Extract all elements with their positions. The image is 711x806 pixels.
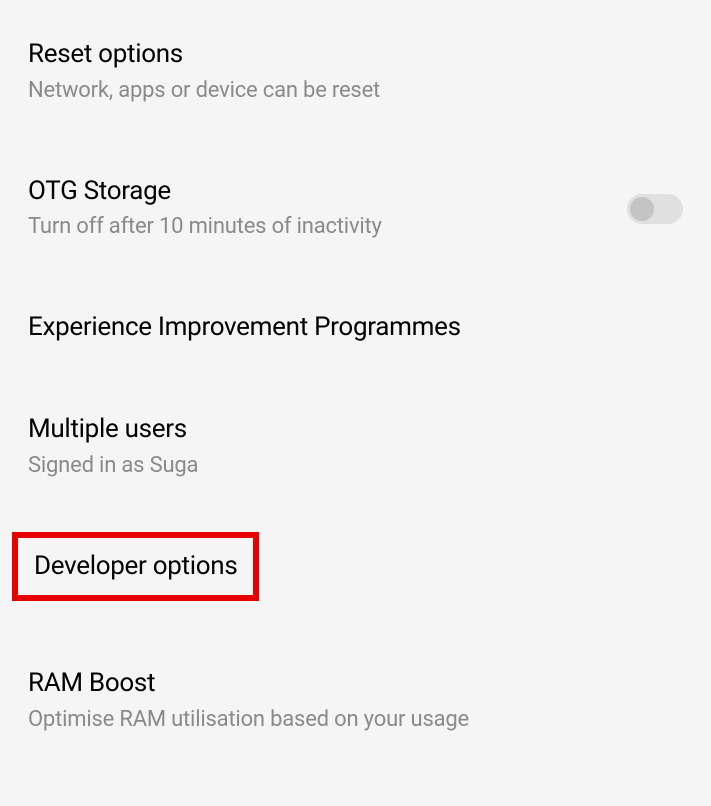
settings-item-multiple-users[interactable]: Multiple users Signed in as Suga xyxy=(0,395,711,500)
settings-item-otg-storage[interactable]: OTG Storage Turn off after 10 minutes of… xyxy=(0,157,711,262)
otg-storage-subtitle: Turn off after 10 minutes of inactivity xyxy=(28,212,627,243)
ram-boost-subtitle: Optimise RAM utilisation based on your u… xyxy=(28,705,683,736)
settings-item-content: RAM Boost Optimise RAM utilisation based… xyxy=(28,667,683,736)
settings-list: Reset options Network, apps or device ca… xyxy=(0,0,711,806)
reset-options-title: Reset options xyxy=(28,38,683,72)
reset-options-subtitle: Network, apps or device can be reset xyxy=(28,76,683,107)
developer-options-title: Developer options xyxy=(34,550,237,584)
multiple-users-subtitle: Signed in as Suga xyxy=(28,451,683,482)
multiple-users-title: Multiple users xyxy=(28,413,683,447)
settings-item-reset-options[interactable]: Reset options Network, apps or device ca… xyxy=(0,20,711,125)
experience-improvement-title: Experience Improvement Programmes xyxy=(28,311,683,345)
otg-storage-title: OTG Storage xyxy=(28,175,627,209)
settings-item-content: Experience Improvement Programmes xyxy=(28,311,683,345)
otg-storage-toggle[interactable] xyxy=(627,194,683,224)
settings-item-experience-improvement[interactable]: Experience Improvement Programmes xyxy=(0,293,711,363)
settings-item-ram-boost[interactable]: RAM Boost Optimise RAM utilisation based… xyxy=(0,649,711,754)
settings-item-content: Multiple users Signed in as Suga xyxy=(28,413,683,482)
settings-item-content: Reset options Network, apps or device ca… xyxy=(28,38,683,107)
settings-item-content: OTG Storage Turn off after 10 minutes of… xyxy=(28,175,627,244)
ram-boost-title: RAM Boost xyxy=(28,667,683,701)
settings-item-developer-options[interactable]: Developer options xyxy=(12,532,259,602)
toggle-knob-icon xyxy=(630,197,654,221)
